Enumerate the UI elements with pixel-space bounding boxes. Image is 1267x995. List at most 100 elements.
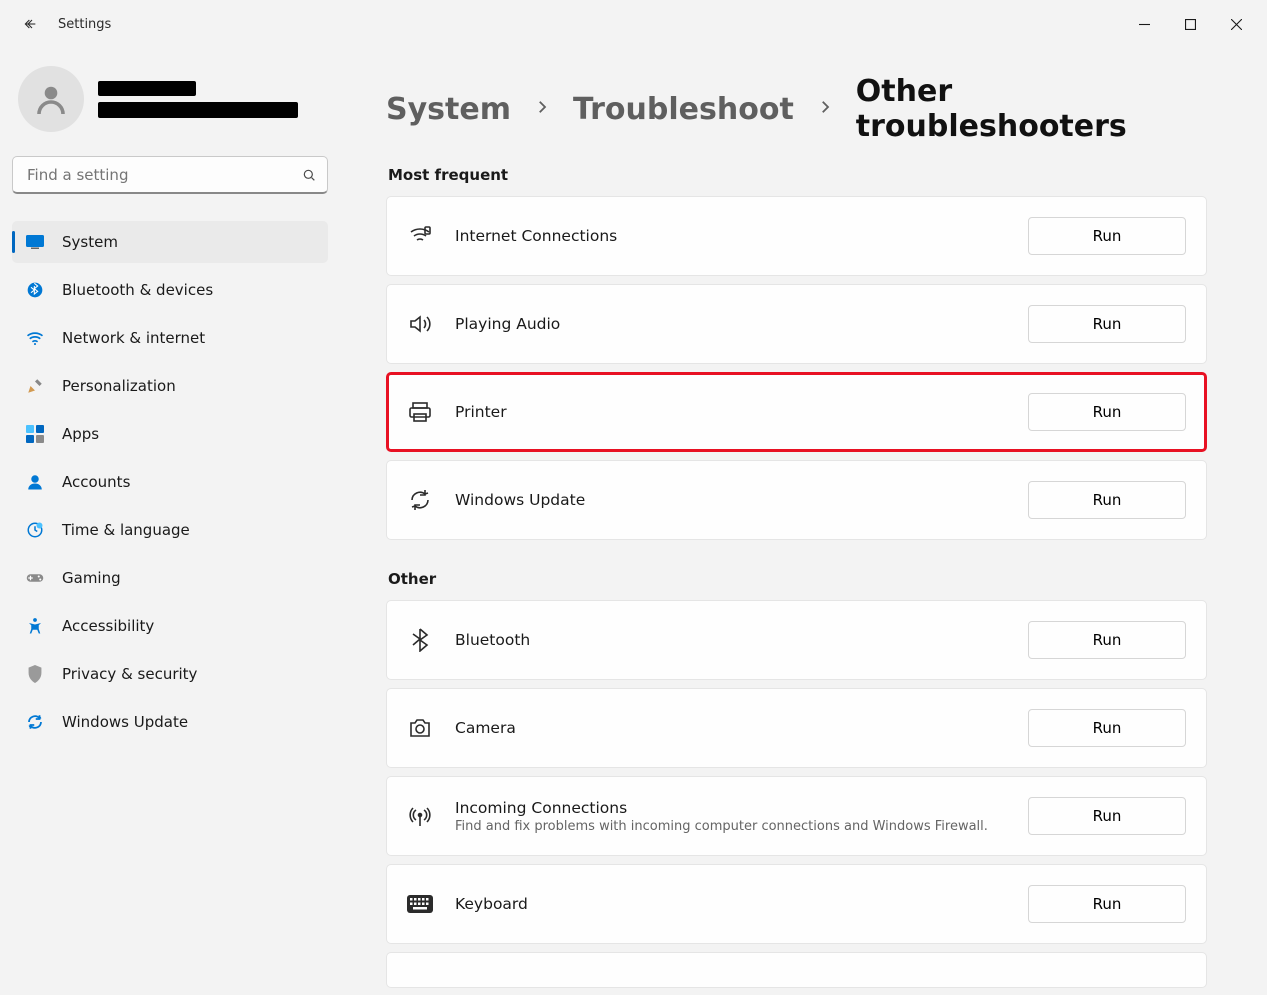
search-input[interactable] — [25, 165, 301, 185]
section-title-frequent: Most frequent — [388, 166, 1207, 184]
gaming-icon — [26, 569, 44, 587]
card-label: Internet Connections — [455, 227, 1006, 245]
bluetooth-icon — [26, 281, 44, 299]
sidebar-item-label: Bluetooth & devices — [62, 281, 213, 299]
run-button-internet[interactable]: Run — [1028, 217, 1186, 255]
run-button-incoming[interactable]: Run — [1028, 797, 1186, 835]
troubleshooter-internet: Internet Connections Run — [386, 196, 1207, 276]
sidebar-item-system[interactable]: System — [12, 221, 328, 263]
personalization-icon — [26, 377, 44, 395]
sidebar-item-label: Privacy & security — [62, 665, 197, 683]
troubleshooter-audio: Playing Audio Run — [386, 284, 1207, 364]
cards-frequent: Internet Connections Run Playing Audio R… — [386, 196, 1207, 540]
main-content: System Troubleshoot Other troubleshooter… — [340, 48, 1267, 995]
sidebar: System Bluetooth & devices Network & int… — [0, 48, 340, 995]
run-button-camera[interactable]: Run — [1028, 709, 1186, 747]
troubleshooter-incoming: Incoming Connections Find and fix proble… — [386, 776, 1207, 856]
run-button-bluetooth[interactable]: Run — [1028, 621, 1186, 659]
sidebar-item-label: Accessibility — [62, 617, 154, 635]
sidebar-item-label: Accounts — [62, 473, 130, 491]
refresh-icon — [407, 489, 433, 511]
speaker-icon — [407, 313, 433, 335]
run-button-printer[interactable]: Run — [1028, 393, 1186, 431]
accessibility-icon — [26, 617, 44, 635]
sidebar-item-label: Apps — [62, 425, 99, 443]
card-label: Bluetooth — [455, 631, 1006, 649]
search-icon — [301, 167, 317, 183]
sidebar-item-bluetooth[interactable]: Bluetooth & devices — [12, 269, 328, 311]
troubleshooter-camera: Camera Run — [386, 688, 1207, 768]
troubleshooter-winupdate: Windows Update Run — [386, 460, 1207, 540]
sidebar-item-network[interactable]: Network & internet — [12, 317, 328, 359]
section-title-other: Other — [388, 570, 1207, 588]
sidebar-item-label: Time & language — [62, 521, 190, 539]
privacy-icon — [26, 665, 44, 683]
sidebar-item-time[interactable]: Time & language — [12, 509, 328, 551]
cards-other: Bluetooth Run Camera Run Incoming Connec… — [386, 600, 1207, 988]
breadcrumb-current: Other troubleshooters — [856, 74, 1207, 144]
sidebar-item-label: Network & internet — [62, 329, 205, 347]
sidebar-item-privacy[interactable]: Privacy & security — [12, 653, 328, 695]
wifi-diag-icon — [407, 225, 433, 247]
minimize-button[interactable] — [1121, 8, 1167, 40]
title-bar: Settings — [0, 0, 1267, 48]
winupdate-icon — [26, 713, 44, 731]
sidebar-item-apps[interactable]: Apps — [12, 413, 328, 455]
printer-icon — [407, 401, 433, 423]
troubleshooter-bluetooth: Bluetooth Run — [386, 600, 1207, 680]
search-box[interactable] — [12, 156, 328, 194]
breadcrumb-item[interactable]: Troubleshoot — [573, 92, 794, 127]
card-label: Playing Audio — [455, 315, 1006, 333]
sidebar-item-winupdate[interactable]: Windows Update — [12, 701, 328, 743]
system-icon — [26, 233, 44, 251]
sidebar-item-gaming[interactable]: Gaming — [12, 557, 328, 599]
breadcrumb-item[interactable]: System — [386, 92, 511, 127]
chevron-right-icon — [533, 98, 551, 120]
sidebar-item-personalization[interactable]: Personalization — [12, 365, 328, 407]
close-icon — [1231, 19, 1242, 30]
antenna-icon — [407, 805, 433, 827]
avatar — [18, 66, 84, 132]
card-label: Camera — [455, 719, 1006, 737]
apps-icon — [26, 425, 44, 443]
card-label: Incoming Connections — [455, 799, 1006, 817]
sidebar-item-label: System — [62, 233, 118, 251]
network-icon — [26, 329, 44, 347]
card-label: Keyboard — [455, 895, 1006, 913]
arrow-left-icon — [22, 16, 38, 32]
chevron-right-icon — [816, 98, 834, 120]
card-sublabel: Find and fix problems with incoming comp… — [455, 819, 1006, 834]
maximize-button[interactable] — [1167, 8, 1213, 40]
sidebar-nav: System Bluetooth & devices Network & int… — [0, 214, 340, 750]
sidebar-item-label: Personalization — [62, 377, 176, 395]
breadcrumb: System Troubleshoot Other troubleshooter… — [386, 74, 1207, 144]
troubleshooter-printer: Printer Run — [386, 372, 1207, 452]
sidebar-item-accounts[interactable]: Accounts — [12, 461, 328, 503]
sidebar-item-label: Gaming — [62, 569, 121, 587]
accounts-icon — [26, 473, 44, 491]
sidebar-item-accessibility[interactable]: Accessibility — [12, 605, 328, 647]
caption-buttons — [1121, 8, 1259, 40]
profile-name-redacted — [98, 81, 196, 96]
time-icon — [26, 521, 44, 539]
camera-icon — [407, 718, 433, 738]
profile-block[interactable] — [0, 48, 340, 156]
sidebar-item-label: Windows Update — [62, 713, 188, 731]
person-icon — [33, 81, 69, 117]
minimize-icon — [1139, 19, 1150, 30]
card-label: Windows Update — [455, 491, 1006, 509]
run-button-audio[interactable]: Run — [1028, 305, 1186, 343]
keyboard-icon — [407, 895, 433, 913]
bluetooth-outline-icon — [407, 628, 433, 652]
profile-text — [98, 81, 298, 118]
run-button-winupdate[interactable]: Run — [1028, 481, 1186, 519]
run-button-keyboard[interactable]: Run — [1028, 885, 1186, 923]
troubleshooter-keyboard: Keyboard Run — [386, 864, 1207, 944]
troubleshooter-next-partial — [386, 952, 1207, 988]
maximize-icon — [1185, 19, 1196, 30]
profile-email-redacted — [98, 102, 298, 118]
window-title: Settings — [58, 17, 111, 32]
back-button[interactable] — [14, 8, 46, 40]
close-button[interactable] — [1213, 8, 1259, 40]
card-label: Printer — [455, 403, 1006, 421]
